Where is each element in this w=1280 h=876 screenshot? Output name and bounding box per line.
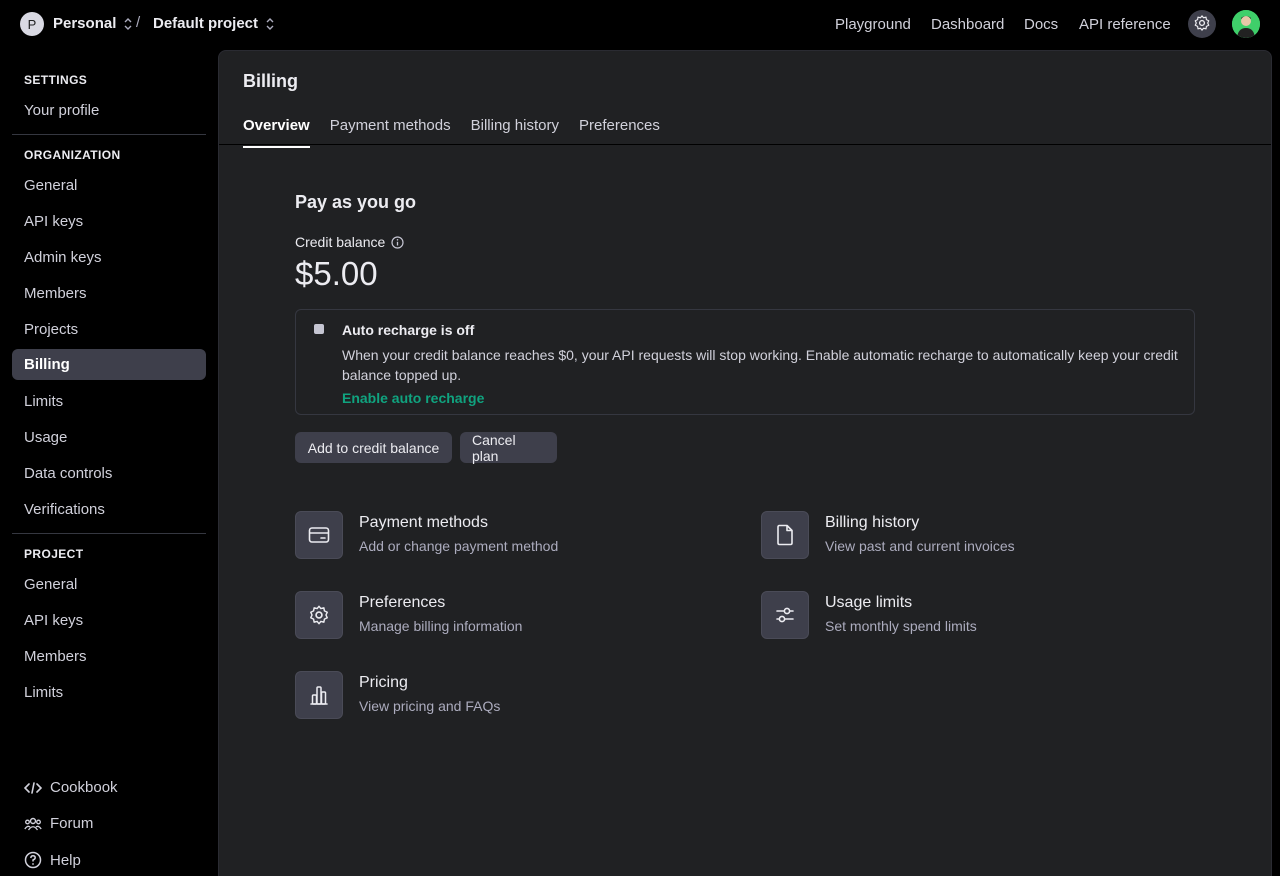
bar-chart-icon bbox=[295, 671, 343, 719]
org-name: Personal bbox=[53, 15, 117, 32]
nav-api-reference[interactable]: API reference bbox=[1079, 16, 1171, 33]
card-payment-methods[interactable]: Payment methods Add or change payment me… bbox=[295, 511, 715, 559]
credit-balance-label: Credit balance bbox=[295, 234, 404, 250]
gear-icon bbox=[1193, 14, 1211, 35]
credit-card-icon bbox=[295, 511, 343, 559]
auto-recharge-description: When your credit balance reaches $0, you… bbox=[342, 347, 1178, 383]
main-panel: Billing Overview Payment methods Billing… bbox=[218, 50, 1272, 876]
top-bar: P Personal / Default project Playground … bbox=[0, 0, 1280, 48]
credit-balance-value: $5.00 bbox=[295, 255, 378, 292]
sidebar-item-your-profile[interactable]: Your profile bbox=[12, 95, 206, 126]
sidebar-item-admin-keys[interactable]: Admin keys bbox=[12, 242, 206, 273]
people-icon bbox=[24, 817, 42, 831]
user-avatar[interactable] bbox=[1232, 10, 1260, 38]
sliders-icon bbox=[761, 591, 809, 639]
footer-help-label: Help bbox=[50, 851, 81, 869]
sidebar-item-billing[interactable]: Billing bbox=[12, 349, 206, 380]
card-subtitle: View past and current invoices bbox=[825, 538, 1015, 554]
card-pricing[interactable]: Pricing View pricing and FAQs bbox=[295, 671, 715, 719]
auto-recharge-notice: Auto recharge is off When your credit ba… bbox=[295, 309, 1195, 415]
chevron-updown-icon bbox=[266, 17, 274, 30]
org-selector[interactable]: Personal bbox=[53, 15, 132, 32]
project-name: Default project bbox=[153, 15, 259, 32]
document-icon bbox=[761, 511, 809, 559]
add-to-credit-balance-button[interactable]: Add to credit balance bbox=[295, 432, 452, 463]
organization-section-title: ORGANIZATION bbox=[24, 148, 121, 162]
page-title: Billing bbox=[243, 71, 298, 91]
project-section-title: PROJECT bbox=[24, 547, 84, 561]
sidebar-item-project-members[interactable]: Members bbox=[12, 641, 206, 672]
plan-title: Pay as you go bbox=[295, 192, 417, 212]
card-title: Usage limits bbox=[825, 594, 913, 611]
settings-button[interactable] bbox=[1188, 10, 1216, 38]
sidebar-item-org-api-keys[interactable]: API keys bbox=[12, 206, 206, 237]
info-icon[interactable] bbox=[391, 235, 404, 249]
sidebar-item-project-api-keys[interactable]: API keys bbox=[12, 605, 206, 636]
card-title: Billing history bbox=[825, 514, 920, 531]
status-square-icon bbox=[314, 324, 324, 334]
footer-cookbook-label: Cookbook bbox=[50, 779, 118, 796]
sidebar-item-projects[interactable]: Projects bbox=[12, 314, 206, 345]
credit-balance-text: Credit balance bbox=[295, 234, 386, 250]
nav-dashboard[interactable]: Dashboard bbox=[931, 16, 1004, 33]
sidebar-item-data-controls[interactable]: Data controls bbox=[12, 458, 206, 489]
sidebar-item-org-members[interactable]: Members bbox=[12, 278, 206, 309]
footer-forum-link[interactable]: Forum bbox=[24, 815, 93, 832]
enable-auto-recharge-link[interactable]: Enable auto recharge bbox=[342, 390, 484, 406]
help-icon bbox=[24, 851, 42, 869]
breadcrumb-separator: / bbox=[136, 14, 141, 31]
auto-recharge-title: Auto recharge is off bbox=[342, 322, 475, 338]
sidebar-item-org-general[interactable]: General bbox=[12, 170, 206, 201]
nav-docs[interactable]: Docs bbox=[1024, 16, 1058, 33]
sidebar-item-usage[interactable]: Usage bbox=[12, 422, 206, 453]
sidebar-item-project-limits[interactable]: Limits bbox=[12, 677, 206, 708]
sidebar-divider bbox=[12, 533, 206, 534]
card-title: Preferences bbox=[359, 594, 446, 611]
card-title: Payment methods bbox=[359, 514, 488, 531]
settings-section-title: SETTINGS bbox=[24, 73, 88, 87]
nav-playground[interactable]: Playground bbox=[835, 16, 911, 33]
sidebar-item-verifications[interactable]: Verifications bbox=[12, 494, 206, 525]
card-subtitle: Add or change payment method bbox=[359, 538, 559, 554]
chevron-updown-icon bbox=[124, 17, 132, 30]
card-title: Pricing bbox=[359, 674, 408, 691]
tabs-divider bbox=[219, 144, 1271, 145]
card-usage-limits[interactable]: Usage limits Set monthly spend limits bbox=[761, 591, 1181, 639]
footer-help-link[interactable]: Help bbox=[24, 851, 81, 869]
footer-forum-label: Forum bbox=[50, 815, 94, 832]
card-subtitle: Manage billing information bbox=[359, 618, 523, 634]
card-billing-history[interactable]: Billing history View past and current in… bbox=[761, 511, 1181, 559]
card-subtitle: View pricing and FAQs bbox=[359, 698, 501, 714]
sidebar: SETTINGS Your profile ORGANIZATION Gener… bbox=[0, 48, 218, 876]
code-icon bbox=[24, 781, 42, 795]
cancel-plan-button[interactable]: Cancel plan bbox=[460, 432, 557, 464]
sidebar-divider bbox=[12, 134, 206, 135]
org-avatar[interactable]: P bbox=[20, 12, 44, 36]
project-selector[interactable]: Default project bbox=[153, 15, 274, 32]
sidebar-item-project-general[interactable]: General bbox=[12, 569, 206, 600]
card-subtitle: Set monthly spend limits bbox=[825, 618, 977, 634]
gear-icon bbox=[295, 591, 343, 639]
footer-cookbook-link[interactable]: Cookbook bbox=[24, 779, 118, 796]
sidebar-item-org-limits[interactable]: Limits bbox=[12, 386, 206, 417]
card-preferences[interactable]: Preferences Manage billing information bbox=[295, 591, 715, 639]
